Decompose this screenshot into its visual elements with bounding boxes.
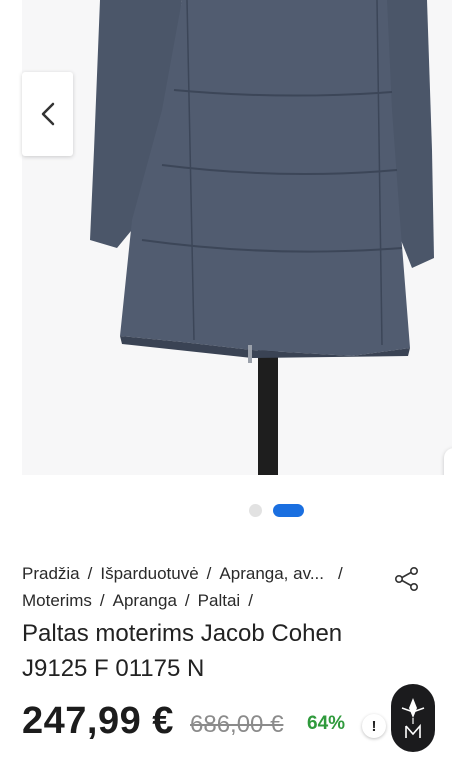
breadcrumb-link[interactable]: Paltai: [198, 591, 241, 610]
breadcrumb-link[interactable]: Pradžia: [22, 564, 80, 583]
product-image-gallery[interactable]: [0, 0, 452, 475]
share-button[interactable]: [394, 566, 420, 592]
breadcrumb-link[interactable]: Moterims: [22, 591, 92, 610]
breadcrumb-link[interactable]: Apranga: [113, 591, 177, 610]
gallery-prev-button[interactable]: [22, 72, 73, 156]
share-icon: [394, 566, 418, 591]
breadcrumb-separator: /: [248, 591, 253, 610]
old-price: 686,00 €: [190, 711, 284, 738]
breadcrumb-separator: /: [99, 591, 105, 610]
brand-logo-button[interactable]: [391, 684, 435, 752]
product-title: Paltas moterims Jacob Cohen J9125 F 0117…: [22, 620, 343, 682]
breadcrumb-separator: /: [338, 564, 343, 583]
pagination-dot[interactable]: [249, 504, 262, 517]
product-photo[interactable]: [22, 0, 452, 475]
brand-logo: [401, 698, 425, 738]
breadcrumb: Pradžia / Išparduotuvė / Apranga, av... / Mot…: [22, 560, 382, 614]
chevron-left-icon: [41, 102, 54, 126]
price-info-button[interactable]: !: [362, 714, 386, 738]
price-row: 247,99 € 686,00 € 64% !: [22, 700, 452, 750]
coat-image: [90, 0, 434, 475]
gallery-next-button[interactable]: [444, 448, 452, 475]
current-price: 247,99 €: [22, 700, 174, 742]
gallery-pagination: [0, 504, 452, 518]
breadcrumb-link[interactable]: Apranga, av...: [219, 564, 324, 583]
breadcrumb-separator: /: [184, 591, 190, 610]
breadcrumb-link[interactable]: Išparduotuvė: [100, 564, 198, 583]
pagination-dot-active[interactable]: [273, 504, 304, 517]
breadcrumb-separator: /: [87, 564, 93, 583]
discount-badge: 64%: [307, 713, 346, 734]
breadcrumb-separator: /: [206, 564, 212, 583]
